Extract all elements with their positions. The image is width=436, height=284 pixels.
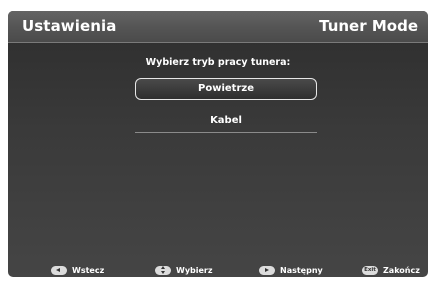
up-down-key-icon [155, 265, 171, 275]
option-divider [135, 132, 317, 133]
hint-select[interactable]: Wybierz [155, 264, 213, 276]
hint-exit-label: Zakończ [383, 265, 420, 275]
option-powietrze[interactable]: Powietrze [135, 78, 317, 100]
exit-key-icon: Exit [362, 265, 378, 275]
page-title: Ustawienia [22, 17, 117, 35]
tuner-prompt: Wybierz tryb pracy tunera: [145, 57, 291, 68]
hint-exit[interactable]: Exit Zakończ [362, 264, 420, 276]
right-arrow-key-icon [259, 265, 275, 275]
hint-next[interactable]: Następny [259, 264, 323, 276]
hint-back[interactable]: Wstecz [51, 264, 104, 276]
left-arrow-key-icon [51, 265, 67, 275]
hint-next-label: Następny [280, 265, 323, 275]
hint-back-label: Wstecz [72, 265, 105, 275]
footer-hints: Wstecz Wybierz Następny Exit Zakończ [8, 264, 428, 277]
option-kabel[interactable]: Kabel [135, 110, 317, 132]
mode-title: Tuner Mode [319, 17, 418, 35]
tuner-mode-screen: Ustawienia Tuner Mode Wybierz tryb pracy… [8, 11, 428, 277]
header-bar: Ustawienia Tuner Mode [8, 11, 428, 43]
hint-select-label: Wybierz [176, 265, 213, 275]
